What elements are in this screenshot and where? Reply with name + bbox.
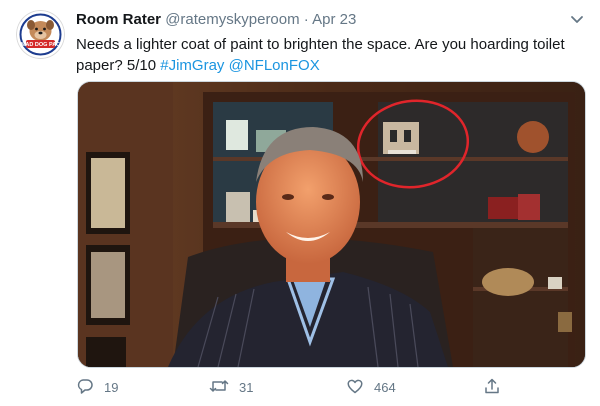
- tweet-header: Room Rater @ratemyskyperoom · Apr 23: [76, 11, 356, 29]
- tweet-actions: 19 31 464: [76, 372, 586, 402]
- reply-icon: [76, 377, 104, 398]
- tweet-card[interactable]: MAD DOG PAC Room Rater @ratemyskyperoom …: [0, 0, 600, 406]
- retweet-icon: [209, 377, 239, 398]
- tweet-body: Needs a lighter coat of paint to brighte…: [76, 36, 565, 74]
- tweet-date[interactable]: Apr 23: [312, 11, 356, 28]
- retweet-button[interactable]: 31: [209, 376, 253, 398]
- reply-button[interactable]: 19: [76, 376, 118, 398]
- mention-link[interactable]: @NFLonFOX: [229, 57, 320, 74]
- retweet-count: 31: [239, 379, 254, 395]
- tweet-media-image[interactable]: [77, 81, 586, 368]
- share-button[interactable]: [483, 376, 511, 398]
- like-count: 464: [374, 379, 396, 395]
- like-icon: [346, 377, 374, 398]
- share-icon: [483, 377, 511, 398]
- avatar-badge-text: MAD DOG PAC: [21, 42, 60, 48]
- chevron-down-icon[interactable]: [568, 10, 586, 28]
- like-button[interactable]: 464: [346, 376, 396, 398]
- author-handle[interactable]: @ratemyskyperoom: [165, 11, 299, 28]
- profile-avatar[interactable]: MAD DOG PAC: [16, 10, 65, 59]
- meta-separator: ·: [303, 11, 309, 28]
- hashtag-link[interactable]: #JimGray: [160, 57, 224, 74]
- tweet-text: Needs a lighter coat of paint to brighte…: [76, 34, 586, 76]
- reply-count: 19: [104, 379, 119, 395]
- author-name[interactable]: Room Rater: [76, 11, 161, 28]
